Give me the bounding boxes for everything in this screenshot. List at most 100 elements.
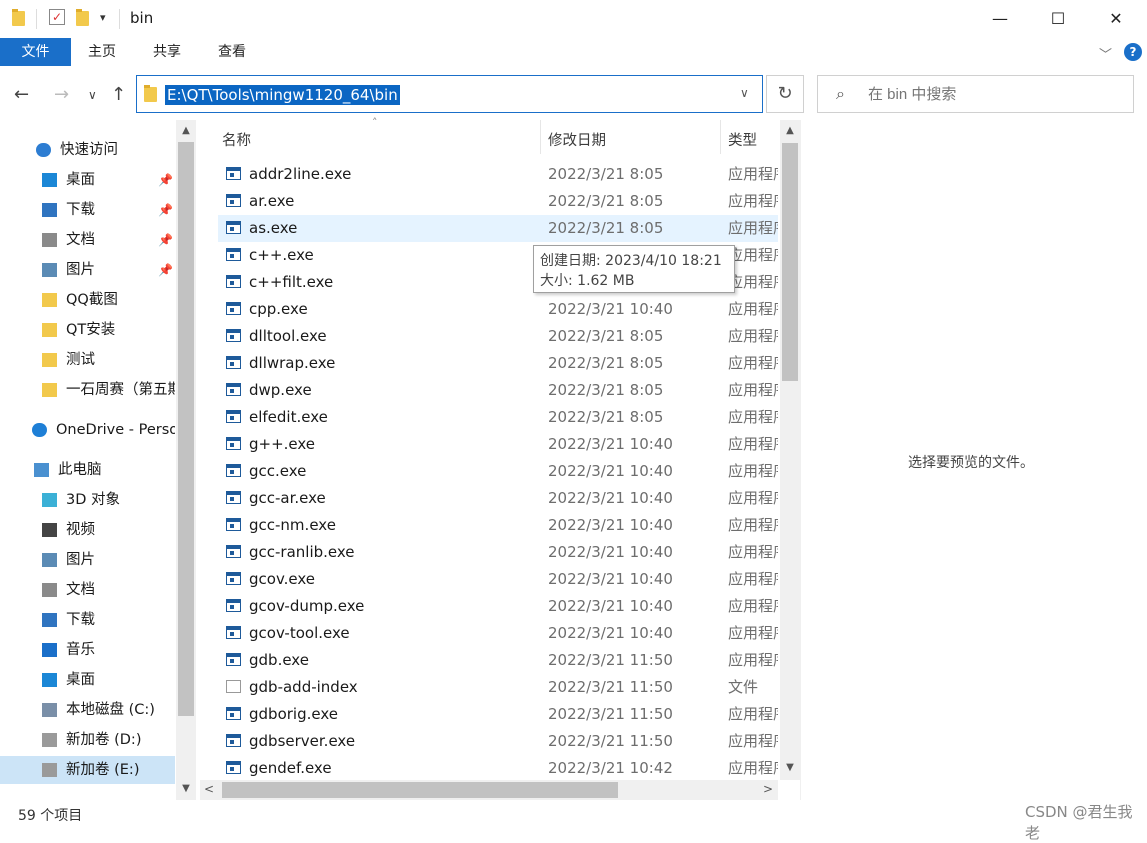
file-row[interactable]: gdb.exe 2022/3/21 11:50 应用程序 <box>218 647 778 674</box>
horizontal-scroll-thumb[interactable] <box>222 782 618 798</box>
expand-ribbon-icon[interactable]: ﹀ <box>1099 44 1112 63</box>
file-row[interactable]: gdborig.exe 2022/3/21 11:50 应用程序 <box>218 701 778 728</box>
file-row[interactable]: dllwrap.exe 2022/3/21 8:05 应用程序 <box>218 350 778 377</box>
tab-home[interactable]: 主页 <box>88 38 116 66</box>
close-button[interactable]: ✕ <box>1087 0 1145 38</box>
nav-item[interactable]: OneDrive - Personal <box>0 416 175 444</box>
nav-item[interactable]: 3D 对象 <box>0 486 175 514</box>
file-row[interactable]: elfedit.exe 2022/3/21 8:05 应用程序 <box>218 404 778 431</box>
picture-icon <box>42 553 57 567</box>
file-row[interactable]: ar.exe 2022/3/21 8:05 应用程序 <box>218 188 778 215</box>
file-type: 应用程序 <box>728 462 778 480</box>
nav-item[interactable]: 一石周赛（第五期 <box>0 376 175 404</box>
nav-item[interactable]: 测试 <box>0 346 175 374</box>
scroll-down-icon[interactable]: ▼ <box>176 783 196 794</box>
nav-item-label: 视频 <box>66 522 95 538</box>
pin-icon[interactable]: 📌 <box>158 256 173 284</box>
file-modified: 2022/3/21 10:40 <box>548 597 673 615</box>
file-modified: 2022/3/21 11:50 <box>548 705 673 723</box>
file-name: gdb.exe <box>249 651 309 669</box>
forward-arrow-icon[interactable]: → <box>54 84 69 105</box>
up-arrow-icon[interactable]: ↑ <box>111 84 126 105</box>
tab-file[interactable]: 文件 <box>0 38 71 66</box>
maximize-button[interactable]: ☐ <box>1029 0 1087 38</box>
drive-icon <box>42 763 57 777</box>
column-divider[interactable] <box>720 120 721 154</box>
nav-item[interactable]: 桌面 <box>0 666 175 694</box>
back-arrow-icon[interactable]: ← <box>14 84 29 105</box>
nav-item[interactable]: 本地磁盘 (C:) <box>0 696 175 724</box>
file-type: 应用程序 <box>728 597 778 615</box>
cube-icon <box>42 493 57 507</box>
nav-item[interactable]: QT安装 <box>0 316 175 344</box>
new-folder-icon[interactable] <box>76 9 89 30</box>
tab-view[interactable]: 查看 <box>218 38 246 66</box>
file-row[interactable]: dwp.exe 2022/3/21 8:05 应用程序 <box>218 377 778 404</box>
pin-icon[interactable]: 📌 <box>158 196 173 224</box>
address-path[interactable]: E:\QT\Tools\mingw1120_64\bin <box>165 85 400 105</box>
file-name: cpp.exe <box>249 300 308 318</box>
ribbon-tabs: 文件 主页 共享 查看 ﹀ ? <box>0 38 1147 68</box>
search-input[interactable] <box>866 85 1120 104</box>
file-modified: 2022/3/21 10:40 <box>548 624 673 642</box>
tab-share[interactable]: 共享 <box>153 38 181 66</box>
scroll-down-icon[interactable]: ▼ <box>780 762 800 773</box>
help-icon[interactable]: ? <box>1124 43 1142 61</box>
file-row[interactable]: gcov-dump.exe 2022/3/21 10:40 应用程序 <box>218 593 778 620</box>
address-bar[interactable]: E:\QT\Tools\mingw1120_64\bin ∨ <box>136 75 763 113</box>
file-row[interactable]: gendef.exe 2022/3/21 10:42 应用程序 <box>218 755 778 782</box>
recent-locations-icon[interactable]: ∨ <box>88 88 97 102</box>
nav-item[interactable]: 文档 📌 <box>0 226 175 254</box>
column-name[interactable]: 名称 <box>222 129 251 150</box>
nav-item[interactable]: 此电脑 <box>0 456 175 484</box>
drive-c-icon <box>42 703 57 717</box>
nav-item[interactable]: QQ截图 <box>0 286 175 314</box>
file-row[interactable]: gcc-nm.exe 2022/3/21 10:40 应用程序 <box>218 512 778 539</box>
nav-item[interactable]: 新加卷 (E:) <box>0 756 175 784</box>
customize-toolbar-icon[interactable]: ▾ <box>100 11 106 24</box>
column-divider[interactable] <box>540 120 541 154</box>
nav-item[interactable]: 视频 <box>0 516 175 544</box>
column-type[interactable]: 类型 <box>728 129 757 150</box>
scroll-right-icon[interactable]: > <box>763 782 773 796</box>
list-scroll-thumb[interactable] <box>782 143 798 381</box>
file-name: elfedit.exe <box>249 408 328 426</box>
file-row[interactable]: gcov-tool.exe 2022/3/21 10:40 应用程序 <box>218 620 778 647</box>
nav-item[interactable]: 下载 <box>0 606 175 634</box>
scroll-up-icon[interactable]: ▲ <box>780 125 800 136</box>
nav-item[interactable]: 图片 <box>0 546 175 574</box>
minimize-button[interactable]: — <box>971 0 1029 38</box>
file-row[interactable]: cpp.exe 2022/3/21 10:40 应用程序 <box>218 296 778 323</box>
pin-icon[interactable]: 📌 <box>158 166 173 194</box>
file-row[interactable]: addr2line.exe 2022/3/21 8:05 应用程序 <box>218 161 778 188</box>
file-row[interactable]: gcc-ar.exe 2022/3/21 10:40 应用程序 <box>218 485 778 512</box>
address-dropdown-icon[interactable]: ∨ <box>740 86 749 100</box>
sort-ascending-icon: ˄ <box>372 116 378 129</box>
properties-icon[interactable]: ✓ <box>49 9 65 25</box>
nav-scroll-thumb[interactable] <box>178 142 194 716</box>
nav-item[interactable]: 新加卷 (D:) <box>0 726 175 754</box>
file-row[interactable]: gcov.exe 2022/3/21 10:40 应用程序 <box>218 566 778 593</box>
file-row[interactable]: gcc-ranlib.exe 2022/3/21 10:40 应用程序 <box>218 539 778 566</box>
scroll-up-icon[interactable]: ▲ <box>176 125 196 136</box>
column-modified[interactable]: 修改日期 <box>548 129 606 150</box>
file-row[interactable]: gcc.exe 2022/3/21 10:40 应用程序 <box>218 458 778 485</box>
pin-icon[interactable]: 📌 <box>158 226 173 254</box>
refresh-icon[interactable]: ↻ <box>766 75 804 113</box>
file-row[interactable]: g++.exe 2022/3/21 10:40 应用程序 <box>218 431 778 458</box>
scroll-left-icon[interactable]: < <box>204 782 214 796</box>
nav-item[interactable]: 快速访问 <box>0 136 175 164</box>
file-row[interactable]: as.exe 2022/3/21 8:05 应用程序 <box>218 215 778 242</box>
file-name: dllwrap.exe <box>249 354 336 372</box>
file-row[interactable]: gdbserver.exe 2022/3/21 11:50 应用程序 <box>218 728 778 755</box>
nav-item[interactable]: 音乐 <box>0 636 175 664</box>
search-box[interactable]: ⌕ <box>817 75 1134 113</box>
nav-item[interactable]: 桌面 📌 <box>0 166 175 194</box>
document-icon <box>42 583 57 597</box>
nav-item[interactable]: 图片 📌 <box>0 256 175 284</box>
file-row[interactable]: gdb-add-index 2022/3/21 11:50 文件 <box>218 674 778 701</box>
nav-item[interactable]: 下载 📌 <box>0 196 175 224</box>
item-count: 59 个项目 <box>18 808 83 824</box>
file-row[interactable]: dlltool.exe 2022/3/21 8:05 应用程序 <box>218 323 778 350</box>
nav-item[interactable]: 文档 <box>0 576 175 604</box>
